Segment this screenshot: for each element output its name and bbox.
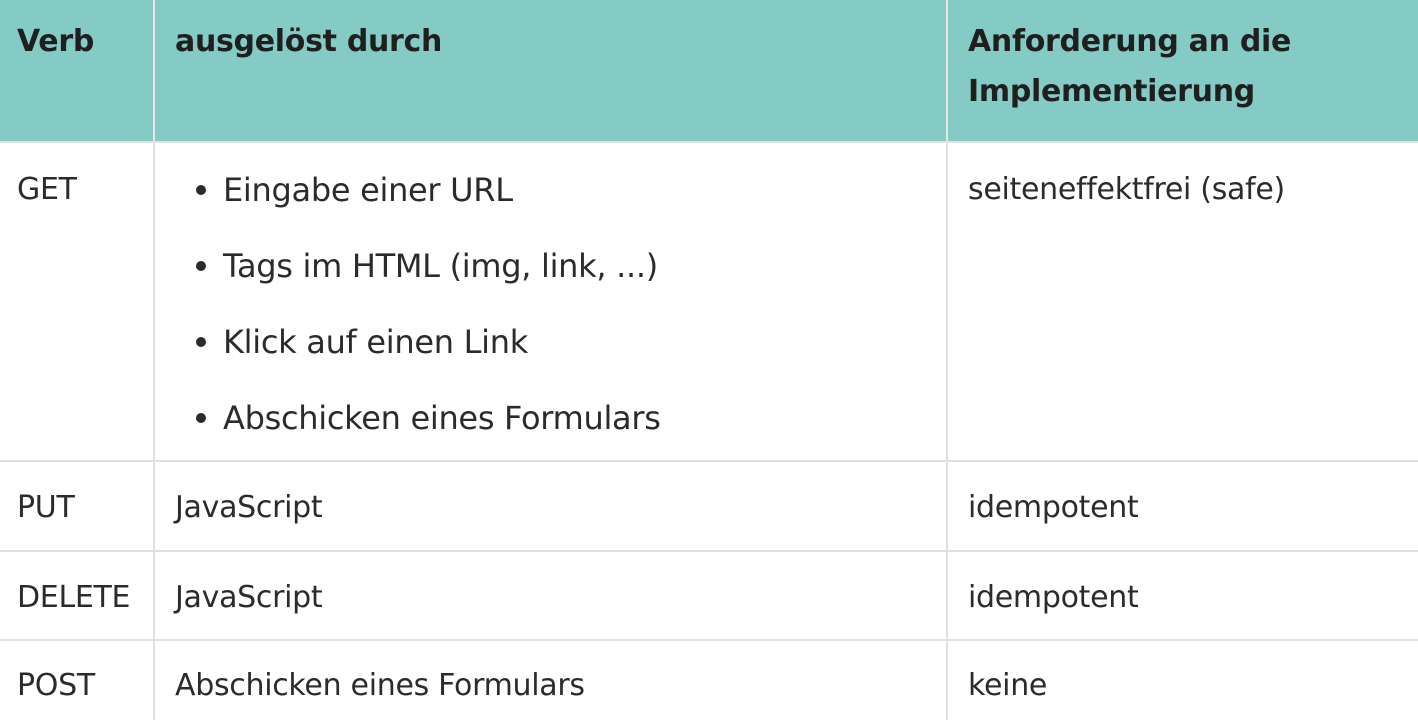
table-row-post: POST Abschicken eines Formulars keine: [0, 639, 1418, 720]
table-row-delete: DELETE JavaScript idempotent: [0, 550, 1418, 640]
table-header: Verb ausgelöst durch Anforderung an die …: [0, 0, 1418, 142]
table-row-put: PUT JavaScript idempotent: [0, 460, 1418, 551]
list-item: Klick auf einen Link: [196, 322, 926, 362]
table-row-get: GET Eingabe einer URL Tags im HTML (img,…: [0, 141, 1418, 461]
list-item-text: Klick auf einen Link: [223, 323, 528, 361]
list-item-text: Abschicken eines Formulars: [223, 399, 661, 437]
cell-requirement: idempotent: [947, 550, 1418, 640]
list-item: Tags im HTML (img, link, ...): [196, 246, 926, 286]
bullet-icon: [196, 261, 206, 271]
bullet-icon: [196, 413, 206, 423]
cell-requirement: keine: [947, 639, 1418, 720]
header-verb: Verb: [0, 0, 155, 142]
header-requirement: Anforderung an die Implementierung: [947, 0, 1418, 142]
list-item: Abschicken eines Formulars: [196, 398, 926, 438]
cell-trigger: JavaScript: [154, 550, 948, 640]
trigger-list: Eingabe einer URL Tags im HTML (img, lin…: [175, 170, 926, 438]
list-item-text: Tags im HTML (img, link, ...): [223, 247, 658, 285]
header-trigger: ausgelöst durch: [154, 0, 948, 142]
cell-verb: POST: [0, 639, 155, 720]
list-item: Eingabe einer URL: [196, 170, 926, 210]
cell-verb: GET: [0, 141, 155, 461]
cell-trigger: Eingabe einer URL Tags im HTML (img, lin…: [154, 141, 948, 461]
cell-requirement: idempotent: [947, 460, 1418, 551]
cell-requirement: seiteneffektfrei (safe): [947, 141, 1418, 461]
cell-trigger: Abschicken eines Formulars: [154, 639, 948, 720]
table-body: GET Eingabe einer URL Tags im HTML (img,…: [0, 141, 1418, 720]
http-verbs-table: Verb ausgelöst durch Anforderung an die …: [0, 0, 1418, 720]
cell-trigger: JavaScript: [154, 460, 948, 551]
header-row: Verb ausgelöst durch Anforderung an die …: [0, 0, 1418, 142]
bullet-icon: [196, 337, 206, 347]
cell-verb: DELETE: [0, 550, 155, 640]
bullet-icon: [196, 185, 206, 195]
list-item-text: Eingabe einer URL: [223, 171, 513, 209]
cell-verb: PUT: [0, 460, 155, 551]
